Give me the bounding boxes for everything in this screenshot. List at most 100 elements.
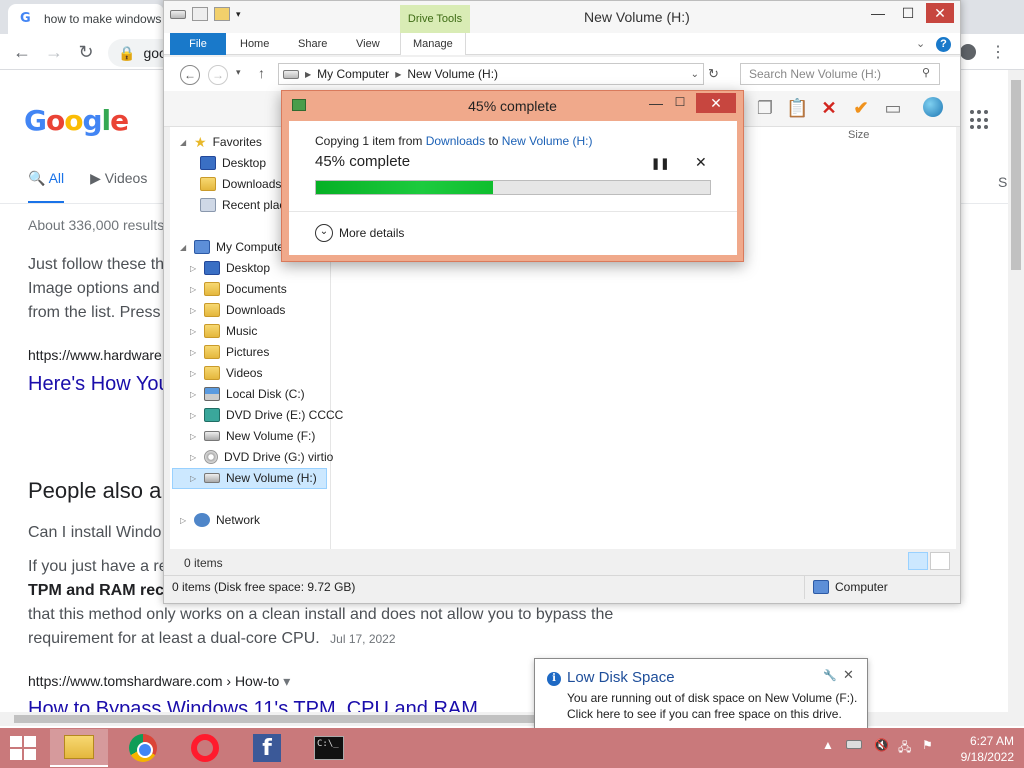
search-input[interactable]: Search New Volume (H:)	[740, 63, 940, 85]
tree-item-my-computer[interactable]: ◢ My Compute	[180, 237, 284, 257]
collapse-arrow-icon[interactable]: ▷	[190, 327, 198, 336]
tree-item-documents[interactable]: ▷ Documents	[190, 279, 287, 299]
taskbar-clock[interactable]: 6:27 AM 9/18/2022	[946, 733, 1014, 765]
tree-item-desktop[interactable]: ▷ Desktop	[190, 258, 270, 278]
checkmark-icon[interactable]: ✔	[850, 97, 872, 119]
back-arrow-icon[interactable]: ←	[180, 65, 200, 85]
tree-item-network[interactable]: ▷ Network	[180, 510, 260, 530]
tree-item-videos[interactable]: ▷ Videos	[190, 363, 262, 383]
menu-kebab-icon[interactable]: ⋮	[990, 42, 1006, 62]
tree-item-volume-h[interactable]: ▷ New Volume (H:)	[190, 468, 317, 488]
collapse-arrow-icon[interactable]: ▷	[190, 453, 198, 462]
tab-videos[interactable]: ▶ Videos	[90, 170, 147, 204]
collapse-arrow-icon[interactable]: ▷	[190, 348, 198, 357]
collapse-arrow-icon[interactable]: ▷	[190, 474, 198, 483]
profile-icon[interactable]	[960, 44, 976, 60]
windows-start-icon[interactable]	[10, 736, 38, 760]
large-icons-view-button[interactable]	[930, 552, 950, 570]
pause-icon[interactable]: ❚❚	[651, 157, 669, 171]
google-apps-icon[interactable]	[970, 110, 990, 130]
network-tray-icon[interactable]: 🖧	[898, 738, 911, 758]
close-button[interactable]: ✕	[696, 93, 736, 113]
close-icon[interactable]: ✕	[843, 667, 854, 683]
up-arrow-icon[interactable]: ↑	[258, 65, 265, 81]
result-link[interactable]: Here's How You	[28, 373, 170, 396]
refresh-icon[interactable]: ↻	[708, 66, 719, 82]
scroll-thumb[interactable]	[1011, 80, 1021, 270]
collapse-arrow-icon[interactable]: ▷	[190, 306, 198, 315]
chevron-down-icon[interactable]: ▾	[283, 673, 290, 689]
tab-file[interactable]: File	[170, 33, 226, 55]
tree-item-fav-downloads[interactable]: Downloads	[200, 174, 281, 194]
tree-item-fav-desktop[interactable]: Desktop	[200, 153, 266, 173]
help-icon[interactable]: ?	[936, 37, 951, 52]
minimize-button[interactable]: —	[864, 3, 892, 23]
address-dropdown-icon[interactable]: ⌄	[691, 69, 699, 80]
paste-icon[interactable]: 📋	[786, 97, 808, 119]
qat-dropdown-icon[interactable]: ▾	[236, 9, 241, 20]
address-bar[interactable]: ▶ My Computer ▶ New Volume (H:) ⌄	[278, 63, 704, 85]
breadcrumb-my-computer[interactable]: My Computer	[317, 67, 389, 81]
tree-item-pictures[interactable]: ▷ Pictures	[190, 342, 269, 362]
new-folder-icon[interactable]	[214, 7, 230, 21]
drive-tray-icon[interactable]	[846, 738, 862, 758]
scroll-thumb[interactable]	[14, 715, 534, 723]
expand-arrow-icon[interactable]: ◢	[180, 138, 188, 147]
cancel-copy-icon[interactable]: ✕	[695, 154, 709, 170]
forward-arrow-icon[interactable]: →	[208, 65, 228, 85]
result-url[interactable]: https://www.hardware	[28, 347, 162, 363]
properties-icon[interactable]	[192, 7, 208, 21]
collapse-arrow-icon[interactable]: ▷	[190, 369, 198, 378]
copy-icon[interactable]: ❐	[754, 97, 776, 119]
tab-share[interactable]: Share	[286, 33, 339, 55]
volume-muted-icon[interactable]: 🔇	[874, 738, 889, 758]
collapse-arrow-icon[interactable]: ▷	[180, 516, 188, 525]
tree-item-local-disk-c[interactable]: ▷ Local Disk (C:)	[190, 384, 305, 404]
taskbar-file-explorer[interactable]	[50, 729, 108, 767]
details-view-button[interactable]	[908, 552, 928, 570]
taskbar-opera[interactable]	[176, 729, 234, 767]
close-button[interactable]: ✕	[926, 3, 954, 23]
copy-destination-link[interactable]: New Volume (H:)	[502, 134, 593, 148]
back-arrow-icon[interactable]: ←	[10, 40, 34, 64]
column-header-size[interactable]: Size	[848, 129, 869, 141]
delete-icon[interactable]: ✕	[818, 97, 840, 119]
taskbar-facebook[interactable]: f	[238, 729, 296, 767]
tree-item-downloads[interactable]: ▷ Downloads	[190, 300, 285, 320]
page-scrollbar[interactable]	[1008, 70, 1024, 726]
question-item[interactable]: Can I install Windo	[28, 521, 161, 545]
copy-source-link[interactable]: Downloads	[426, 134, 485, 148]
ribbon-expand-icon[interactable]: ⌄	[916, 37, 925, 50]
action-center-icon[interactable]: ⚑	[922, 738, 933, 758]
globe-icon[interactable]	[922, 97, 944, 119]
result-link[interactable]: How to Bypass Windows 11's TPM, CPU and …	[28, 698, 478, 712]
low-disk-notification[interactable]: i Low Disk Space You are running out of …	[534, 658, 868, 741]
omnibox[interactable]: 🔒 goo	[108, 39, 168, 67]
collapse-arrow-icon[interactable]: ▷	[190, 285, 198, 294]
forward-arrow-icon[interactable]: →	[42, 40, 66, 64]
collapse-arrow-icon[interactable]: ▷	[190, 264, 198, 273]
tree-item-music[interactable]: ▷ Music	[190, 321, 257, 341]
tab-manage[interactable]: Manage	[400, 33, 466, 55]
search-icon[interactable]: ⚲	[922, 66, 930, 79]
taskbar-command-prompt[interactable]: C:\_	[300, 729, 358, 767]
search-tab-partial[interactable]: S	[998, 174, 1007, 190]
maximize-button[interactable]: ☐	[670, 95, 690, 111]
reload-icon[interactable]: ↻	[74, 40, 98, 64]
breadcrumb-current[interactable]: New Volume (H:)	[407, 67, 498, 81]
browser-tab[interactable]: G how to make windows	[8, 4, 164, 34]
tree-item-recent-places[interactable]: Recent plac	[200, 195, 285, 215]
collapse-arrow-icon[interactable]: ▷	[190, 432, 198, 441]
collapse-arrow-icon[interactable]: ▷	[190, 411, 198, 420]
recent-locations-icon[interactable]: ▾	[236, 67, 241, 78]
tab-view[interactable]: View	[344, 33, 392, 55]
tree-item-favorites[interactable]: ◢ ★ Favorites	[180, 132, 262, 152]
expand-arrow-icon[interactable]: ◢	[180, 243, 188, 252]
more-details-button[interactable]: More details	[339, 226, 404, 240]
expand-chevron-icon[interactable]: ⌄	[315, 224, 333, 242]
pin-icon[interactable]: 🔧	[823, 669, 837, 682]
show-hidden-icons-icon[interactable]: ▲	[822, 738, 834, 758]
tab-all[interactable]: 🔍 All	[28, 170, 65, 204]
collapse-arrow-icon[interactable]: ▷	[190, 390, 198, 399]
minimize-button[interactable]: —	[646, 95, 666, 111]
